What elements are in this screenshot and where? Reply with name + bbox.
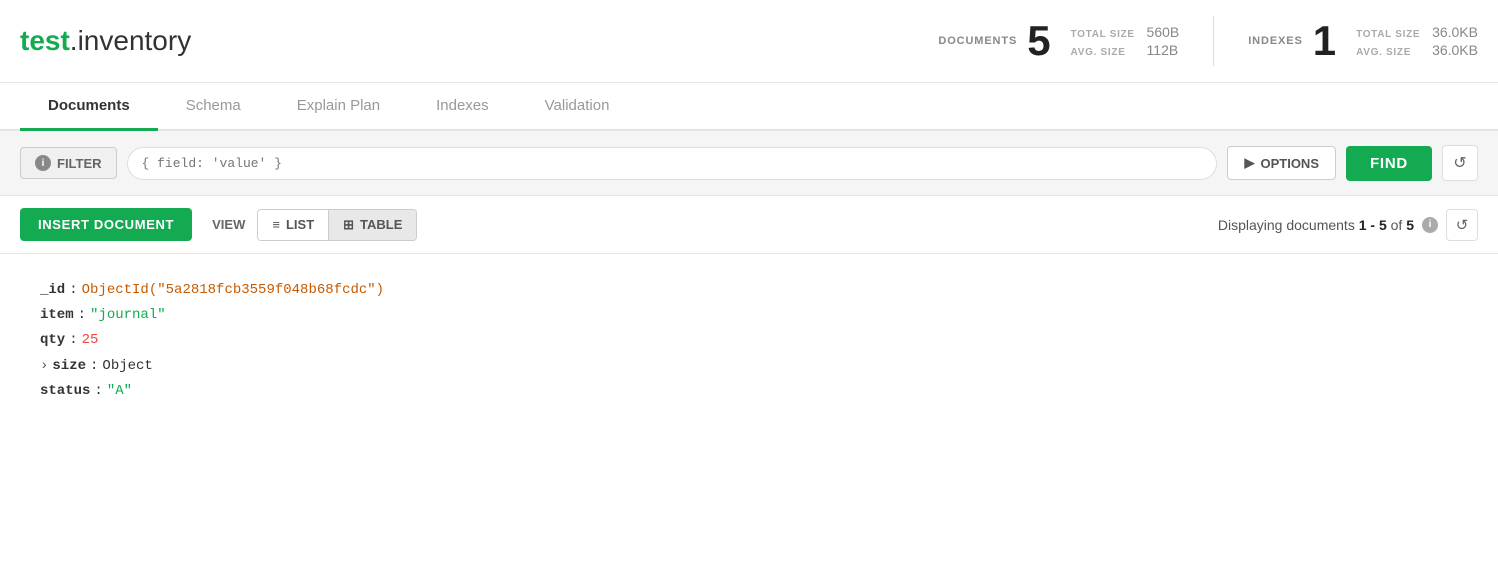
reset-button[interactable]: ↺ <box>1442 145 1478 181</box>
field-id: _id : ObjectId("5a2818fcb3559f048b68fcdc… <box>40 278 1458 303</box>
filter-bar: i FILTER ▶ OPTIONS FIND ↺ <box>0 131 1498 196</box>
field-size-expand-icon[interactable]: › <box>40 354 48 379</box>
indexes-total-size-row: TOTAL SIZE 36.0KB <box>1356 24 1478 40</box>
docs-total-size-row: TOTAL SIZE 560B <box>1071 24 1180 40</box>
indexes-avg-size-row: AVG. SIZE 36.0KB <box>1356 42 1478 58</box>
docs-size-group: TOTAL SIZE 560B AVG. SIZE 112B <box>1071 24 1180 58</box>
field-item-value: "journal" <box>90 303 166 328</box>
filter-button[interactable]: i FILTER <box>20 147 117 179</box>
options-arrow-icon: ▶ <box>1244 155 1254 171</box>
display-info-icon: i <box>1422 217 1438 233</box>
list-view-label: LIST <box>286 217 314 232</box>
indexes-total-size-label: TOTAL SIZE <box>1356 29 1426 40</box>
refresh-icon: ↺ <box>1456 216 1469 234</box>
reset-icon: ↺ <box>1453 153 1466 173</box>
field-item-key: item <box>40 303 74 328</box>
display-text: Displaying documents 1 - 5 of 5 <box>1218 217 1414 233</box>
display-prefix: Displaying documents <box>1218 217 1355 233</box>
display-of: of <box>1391 217 1403 233</box>
indexes-count: 1 <box>1313 20 1336 62</box>
options-button[interactable]: ▶ OPTIONS <box>1227 146 1336 180</box>
header-stats: DOCUMENTS 5 TOTAL SIZE 560B AVG. SIZE 11… <box>938 16 1478 66</box>
tab-indexes[interactable]: Indexes <box>408 83 517 131</box>
stats-divider <box>1213 16 1214 66</box>
display-count: 5 <box>1406 217 1414 233</box>
db-title-rest: .inventory <box>70 25 191 56</box>
docs-total-size-value: 560B <box>1147 24 1180 40</box>
docs-total-size-label: TOTAL SIZE <box>1071 29 1141 40</box>
app-container: test.inventory DOCUMENTS 5 TOTAL SIZE 56… <box>0 0 1498 576</box>
indexes-total-size-value: 36.0KB <box>1432 24 1478 40</box>
filter-input[interactable] <box>127 147 1218 180</box>
field-qty: qty : 25 <box>40 328 1458 353</box>
view-label: VIEW <box>212 217 245 232</box>
toolbar: INSERT DOCUMENT VIEW ≡ LIST ⊞ TABLE Disp… <box>0 196 1498 254</box>
list-icon: ≡ <box>272 217 280 232</box>
indexes-stats-group: INDEXES 1 TOTAL SIZE 36.0KB AVG. SIZE 36… <box>1224 20 1478 62</box>
field-id-key: _id <box>40 278 65 303</box>
insert-document-button[interactable]: INSERT DOCUMENT <box>20 208 192 241</box>
field-size-value: Object <box>102 354 152 379</box>
field-status-value: "A" <box>107 379 132 404</box>
db-title-accent: test <box>20 25 70 56</box>
display-range: 1 - 5 <box>1359 217 1387 233</box>
docs-label: DOCUMENTS <box>938 35 1017 47</box>
table-icon: ⊞ <box>343 217 354 233</box>
field-qty-value: 25 <box>82 328 99 353</box>
field-item: item : "journal" <box>40 303 1458 328</box>
tab-bar: Documents Schema Explain Plan Indexes Va… <box>0 83 1498 131</box>
tab-schema[interactable]: Schema <box>158 83 269 131</box>
header: test.inventory DOCUMENTS 5 TOTAL SIZE 56… <box>0 0 1498 83</box>
docs-count: 5 <box>1027 20 1050 62</box>
filter-info-icon: i <box>35 155 51 171</box>
field-status: status : "A" <box>40 379 1458 404</box>
tab-validation[interactable]: Validation <box>517 83 638 131</box>
table-view-label: TABLE <box>360 217 402 232</box>
tab-explain-plan[interactable]: Explain Plan <box>269 83 408 131</box>
refresh-button[interactable]: ↺ <box>1446 209 1478 241</box>
field-qty-key: qty <box>40 328 65 353</box>
field-size-key: size <box>52 354 86 379</box>
tab-documents[interactable]: Documents <box>20 83 158 131</box>
filter-button-label: FILTER <box>57 156 102 171</box>
indexes-avg-size-label: AVG. SIZE <box>1356 47 1426 58</box>
indexes-label: INDEXES <box>1248 35 1302 47</box>
table-view-button[interactable]: ⊞ TABLE <box>329 210 416 240</box>
indexes-size-group: TOTAL SIZE 36.0KB AVG. SIZE 36.0KB <box>1356 24 1478 58</box>
options-button-label: OPTIONS <box>1260 156 1319 171</box>
document-content: _id : ObjectId("5a2818fcb3559f048b68fcdc… <box>0 254 1498 428</box>
docs-stats-group: DOCUMENTS 5 TOTAL SIZE 560B AVG. SIZE 11… <box>938 20 1203 62</box>
indexes-avg-size-value: 36.0KB <box>1432 42 1478 58</box>
db-title: test.inventory <box>20 25 191 57</box>
field-size[interactable]: › size : Object <box>40 354 1458 379</box>
list-view-button[interactable]: ≡ LIST <box>258 210 329 240</box>
docs-avg-size-row: AVG. SIZE 112B <box>1071 42 1180 58</box>
docs-avg-size-label: AVG. SIZE <box>1071 47 1141 58</box>
docs-avg-size-value: 112B <box>1147 42 1179 58</box>
display-info: Displaying documents 1 - 5 of 5 i ↺ <box>1218 209 1478 241</box>
find-button[interactable]: FIND <box>1346 146 1432 181</box>
view-toggle: ≡ LIST ⊞ TABLE <box>257 209 417 241</box>
field-id-value: ObjectId("5a2818fcb3559f048b68fcdc") <box>82 278 384 303</box>
field-status-key: status <box>40 379 90 404</box>
